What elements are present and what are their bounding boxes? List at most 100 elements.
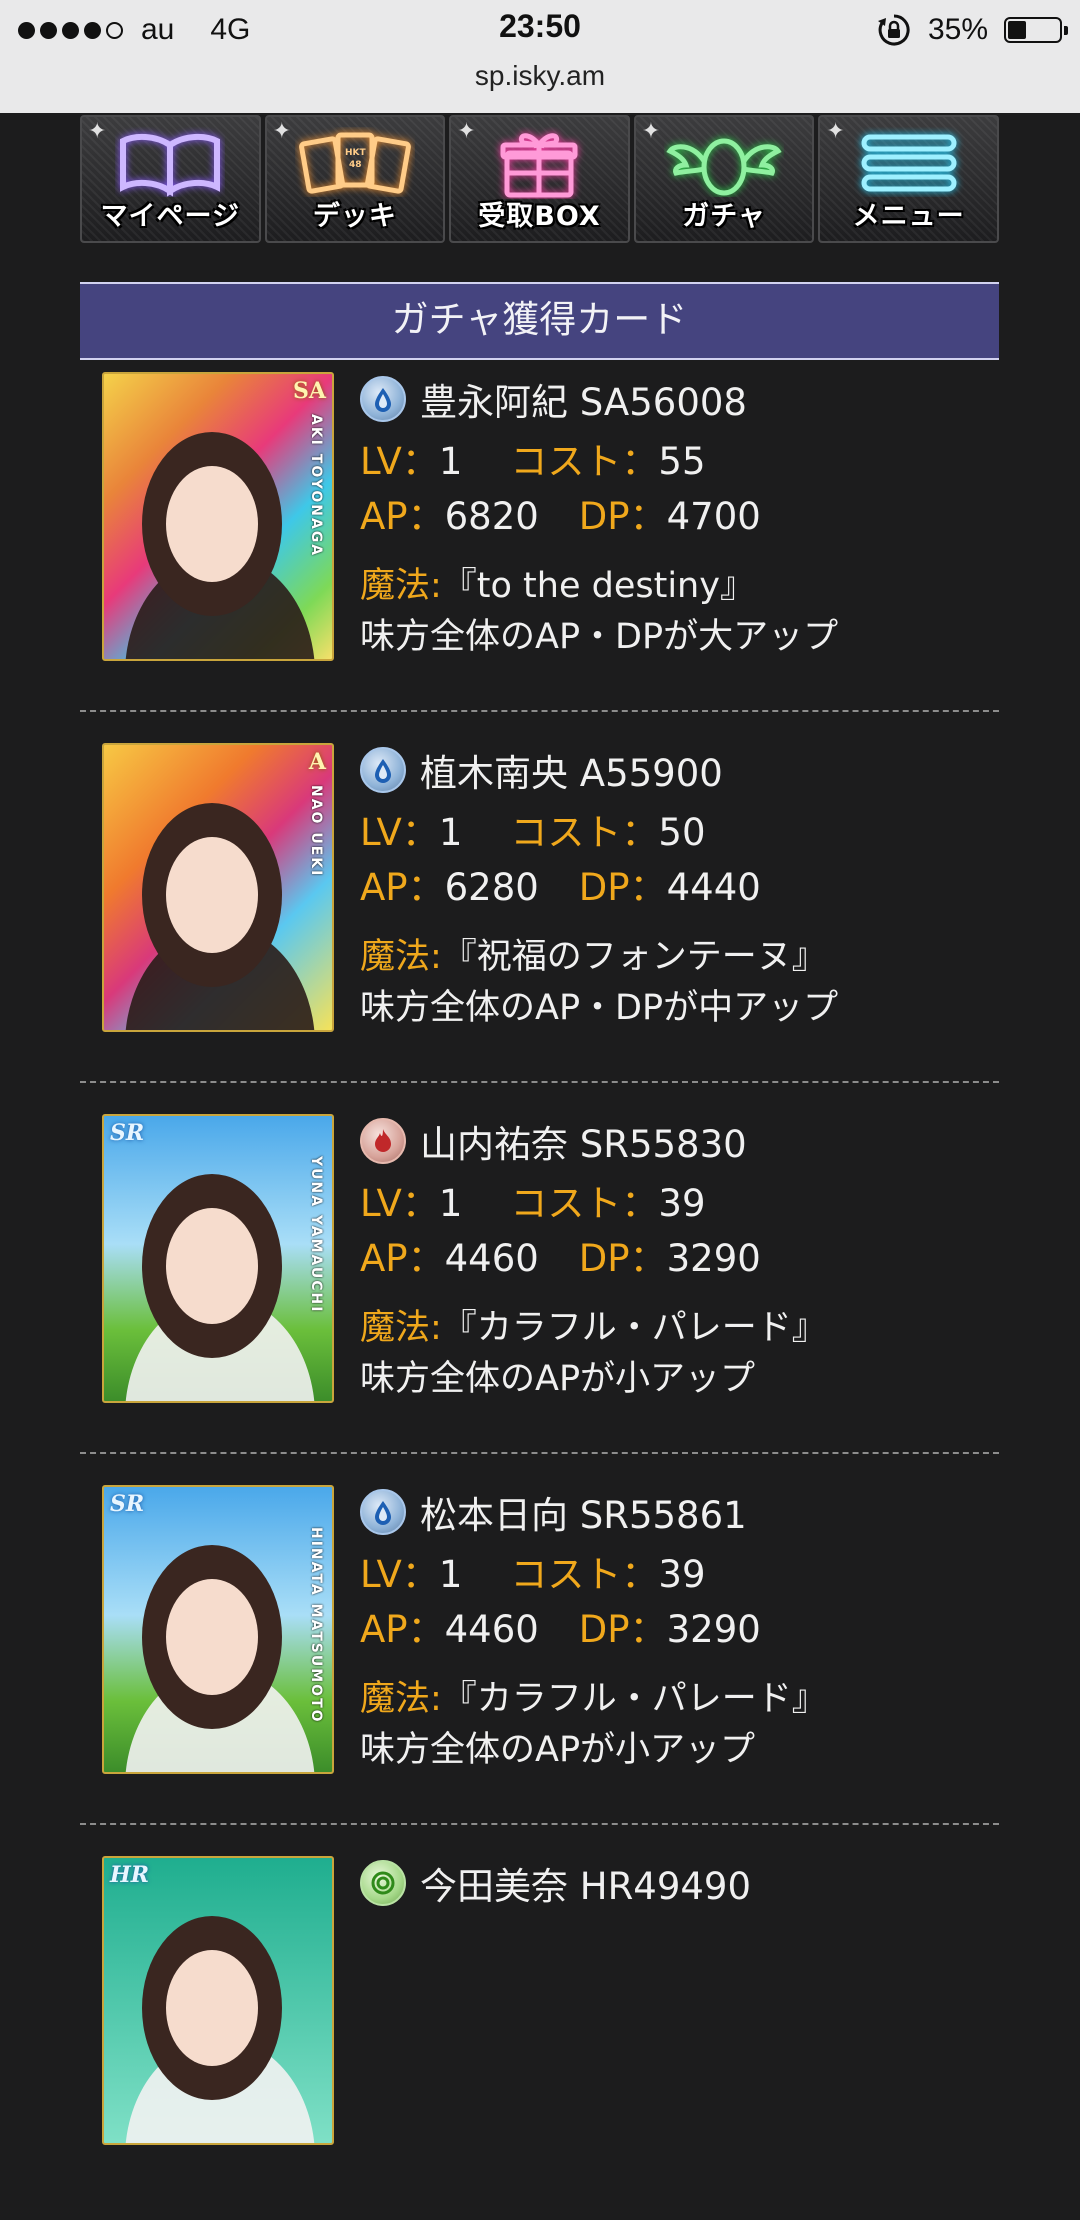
card-name: 山内祐奈 SR55830: [420, 1123, 747, 1166]
menu-icon: [861, 134, 957, 192]
card-name-line: 山内祐奈 SR55830: [360, 1106, 1000, 1176]
nav-gacha-button[interactable]: ガチャ: [633, 115, 815, 243]
dp-label: DP：: [578, 866, 667, 909]
magic-name: 『カラフル・パレード』: [441, 1679, 827, 1719]
magic-line: 魔法:『祝福のフォンテーヌ』: [360, 927, 1000, 982]
level-label: LV：: [360, 1182, 439, 1225]
status-bar: au 4G 23:50 35% sp.isky.am: [0, 0, 1080, 113]
magic-line: 魔法:『to the destiny』: [360, 556, 1000, 611]
nav-deck-button[interactable]: HKT 48 デッキ: [264, 115, 446, 243]
level-value: 1: [438, 1553, 463, 1596]
card-list-item[interactable]: HR 今田美奈 HR49490: [80, 1848, 999, 2220]
card-vertical-name: HINATA MATSUMOTO: [308, 1527, 324, 1724]
card-name: 今田美奈 HR49490: [420, 1865, 751, 1908]
card-name: 植木南央 A55900: [420, 752, 723, 795]
card-name: 豊永阿紀 SA56008: [420, 381, 747, 424]
nav-label: メニュー: [852, 201, 965, 232]
book-icon: [120, 133, 221, 197]
cost-label: コスト：: [510, 1182, 659, 1225]
svg-text:HKT: HKT: [345, 148, 367, 158]
card-name-line: 松本日向 SR55861: [360, 1477, 1000, 1547]
ap-value: 6280: [444, 866, 539, 909]
magic-label: 魔法:: [360, 937, 442, 977]
ap-label: AP：: [360, 866, 445, 909]
magic-label: 魔法:: [360, 1679, 442, 1719]
ap-dp-line: AP：4460 DP：3290: [360, 1231, 1000, 1286]
level-cost-line: LV：1 コスト：50: [360, 805, 1000, 860]
ap-value: 4460: [444, 1237, 539, 1280]
svg-text:48: 48: [349, 160, 362, 170]
level-value: 1: [438, 1182, 463, 1225]
water-attribute-icon: [360, 1489, 406, 1535]
level-label: LV：: [360, 1553, 439, 1596]
level-label: LV：: [360, 440, 439, 483]
card-list-item[interactable]: SR HINATA MATSUMOTO 松本日向 SR55861 LV：1 コスト：39…: [80, 1477, 999, 1849]
cost-value: 50: [658, 811, 706, 854]
cost-label: コスト：: [510, 811, 659, 854]
card-list-item[interactable]: SR YUNA YAMAUCHI 山内祐奈 SR55830 LV：1 コスト：39 AP：…: [80, 1106, 999, 1478]
card-image[interactable]: SR HINATA MATSUMOTO: [102, 1485, 334, 1774]
level-cost-line: LV：1 コスト：55: [360, 434, 1000, 489]
cost-value: 39: [658, 1182, 706, 1225]
water-attribute-icon: [360, 376, 406, 422]
magic-description: 味方全体のAPが小アップ: [360, 1359, 756, 1399]
ap-label: AP：: [360, 495, 445, 538]
battery-icon: [1004, 17, 1068, 43]
battery-percentage: 35%: [927, 13, 988, 46]
wind-attribute-icon: [360, 1860, 406, 1906]
card-list-item[interactable]: SA AKI TOYONAGA 豊永阿紀 SA56008 LV：1 コスト：55 AP：6…: [80, 364, 999, 736]
card-image[interactable]: SA AKI TOYONAGA: [102, 372, 334, 661]
cost-value: 39: [658, 1553, 706, 1596]
rarity-mark: SR: [110, 1491, 145, 1517]
level-cost-line: LV：1 コスト：39: [360, 1176, 1000, 1231]
card-vertical-name: AKI TOYONAGA: [308, 414, 324, 558]
card-name-line: 豊永阿紀 SA56008: [360, 364, 1000, 434]
main-nav: マイページ HKT 48 デッキ 受取BOX: [80, 115, 999, 243]
card-name: 松本日向 SR55861: [420, 1494, 747, 1537]
dashed-divider: [80, 1452, 999, 1454]
ap-label: AP：: [360, 1608, 445, 1651]
rarity-mark: HR: [110, 1862, 150, 1888]
cost-value: 55: [658, 440, 706, 483]
ap-dp-line: AP：4460 DP：3290: [360, 1602, 1000, 1657]
ap-dp-line: AP：6820 DP：4700: [360, 489, 1000, 544]
nav-mypage-button[interactable]: マイページ: [80, 115, 261, 243]
rarity-mark: SR: [110, 1120, 145, 1146]
dp-value: 4700: [666, 495, 761, 538]
level-label: LV：: [360, 811, 439, 854]
card-list-item[interactable]: A NAO UEKI 植木南央 A55900 LV：1 コスト：50 AP：6280 DP：…: [80, 735, 999, 1107]
dp-label: DP：: [578, 1237, 667, 1280]
nav-label: マイページ: [100, 201, 241, 232]
rarity-mark: A: [308, 749, 326, 775]
level-value: 1: [438, 440, 463, 483]
card-image[interactable]: A NAO UEKI: [102, 743, 334, 1032]
cards-icon: HKT 48: [298, 132, 411, 194]
nav-menu-button[interactable]: メニュー: [818, 115, 999, 243]
magic-label: 魔法:: [360, 1308, 442, 1348]
dp-value: 3290: [666, 1237, 761, 1280]
card-image[interactable]: SR YUNA YAMAUCHI: [102, 1114, 334, 1403]
ap-label: AP：: [360, 1237, 445, 1280]
magic-description: 味方全体のAP・DPが中アップ: [360, 988, 839, 1028]
dp-value: 3290: [666, 1608, 761, 1651]
nav-label: デッキ: [312, 201, 397, 232]
dp-label: DP：: [578, 495, 667, 538]
magic-name: 『to the destiny』: [441, 566, 755, 606]
magic-label: 魔法:: [360, 566, 442, 606]
nav-label: ガチャ: [682, 201, 766, 232]
dashed-divider: [80, 1081, 999, 1083]
card-name-line: 今田美奈 HR49490: [360, 1848, 1000, 1918]
dashed-divider: [80, 710, 999, 712]
rarity-mark: SA: [293, 378, 326, 404]
magic-description: 味方全体のAPが小アップ: [360, 1730, 756, 1770]
url-bar[interactable]: sp.isky.am: [0, 60, 1080, 92]
dashed-divider: [80, 1823, 999, 1825]
ap-value: 4460: [444, 1608, 539, 1651]
nav-receive-box-button[interactable]: 受取BOX: [449, 115, 630, 243]
fire-attribute-icon: [360, 1118, 406, 1164]
magic-name: 『カラフル・パレード』: [441, 1308, 827, 1348]
dp-value: 4440: [666, 866, 761, 909]
card-image[interactable]: HR: [102, 1856, 334, 2145]
gift-box-icon: [500, 133, 578, 198]
cost-label: コスト：: [510, 1553, 659, 1596]
